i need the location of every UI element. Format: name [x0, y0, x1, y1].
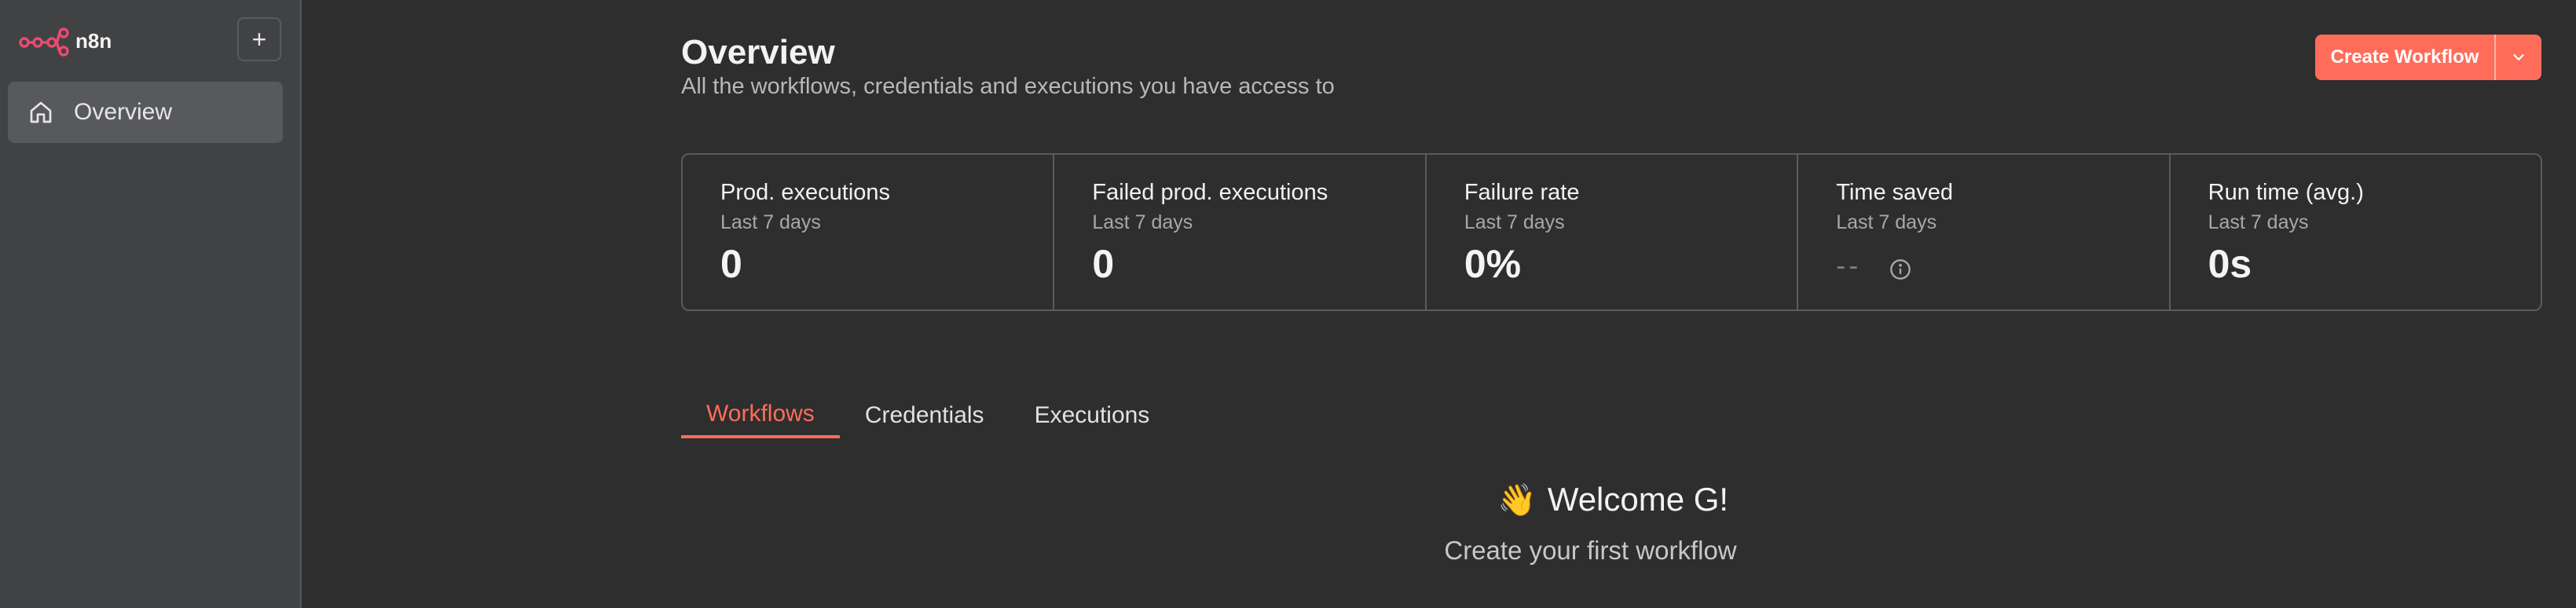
logo[interactable]: n8n — [19, 25, 112, 57]
sidebar: n8n + Overview — [0, 0, 302, 608]
waving-hand-icon: 👋 — [1497, 482, 1537, 518]
page-title: Overview — [681, 33, 835, 71]
page-subtitle: All the workflows, credentials and execu… — [681, 74, 1335, 99]
stat-prod-executions[interactable]: Prod. executions Last 7 days 0 — [683, 155, 1055, 309]
tab-credentials[interactable]: Credentials — [840, 393, 1010, 438]
stat-value: 0s — [2208, 242, 2252, 286]
stat-label: Failed prod. executions — [1092, 180, 1328, 205]
stat-time-saved[interactable]: Time saved Last 7 days -- — [1798, 155, 2171, 309]
stat-label: Time saved — [1836, 180, 1954, 205]
welcome-subtitle: Create your first workflow — [1444, 536, 1737, 565]
sidebar-item-label: Overview — [74, 99, 173, 125]
stat-failure-rate[interactable]: Failure rate Last 7 days 0% — [1427, 155, 1799, 309]
stat-failed-prod-executions[interactable]: Failed prod. executions Last 7 days 0 — [1054, 155, 1427, 309]
add-button[interactable]: + — [237, 17, 281, 61]
tab-workflows[interactable]: Workflows — [681, 393, 840, 438]
stat-value: 0 — [720, 242, 742, 286]
stat-period: Last 7 days — [1092, 211, 1193, 233]
stat-period: Last 7 days — [1464, 211, 1565, 233]
stat-period: Last 7 days — [720, 211, 821, 233]
stat-value: -- — [1836, 249, 1862, 281]
n8n-logo-icon — [19, 27, 69, 57]
stat-period: Last 7 days — [2208, 211, 2309, 233]
welcome-heading: 👋 Welcome G! — [1497, 481, 1728, 518]
stat-value: 0 — [1092, 242, 1115, 286]
tab-executions[interactable]: Executions — [1010, 393, 1175, 438]
create-options-button[interactable] — [2496, 35, 2541, 80]
create-workflow-button[interactable]: Create Workflow — [2315, 35, 2494, 80]
stat-value: 0% — [1464, 242, 1522, 286]
create-workflow-split-button: Create Workflow — [2315, 35, 2541, 80]
stat-period: Last 7 days — [1836, 211, 1937, 233]
stat-run-time[interactable]: Run time (avg.) Last 7 days 0s — [2171, 155, 2541, 309]
app-name: n8n — [75, 28, 112, 53]
welcome-title: Welcome G! — [1547, 481, 1729, 518]
chevron-down-icon — [2513, 54, 2524, 60]
plus-icon: + — [251, 25, 267, 53]
home-icon — [30, 101, 52, 123]
sidebar-item-overview[interactable]: Overview — [8, 82, 283, 143]
tab-bar: Workflows Credentials Executions — [681, 393, 1174, 438]
stat-label: Run time (avg.) — [2208, 180, 2364, 205]
stat-label: Failure rate — [1464, 180, 1580, 205]
stat-label: Prod. executions — [720, 180, 891, 205]
insights-summary: Prod. executions Last 7 days 0 Failed pr… — [681, 153, 2542, 311]
info-icon[interactable] — [1889, 258, 1911, 280]
